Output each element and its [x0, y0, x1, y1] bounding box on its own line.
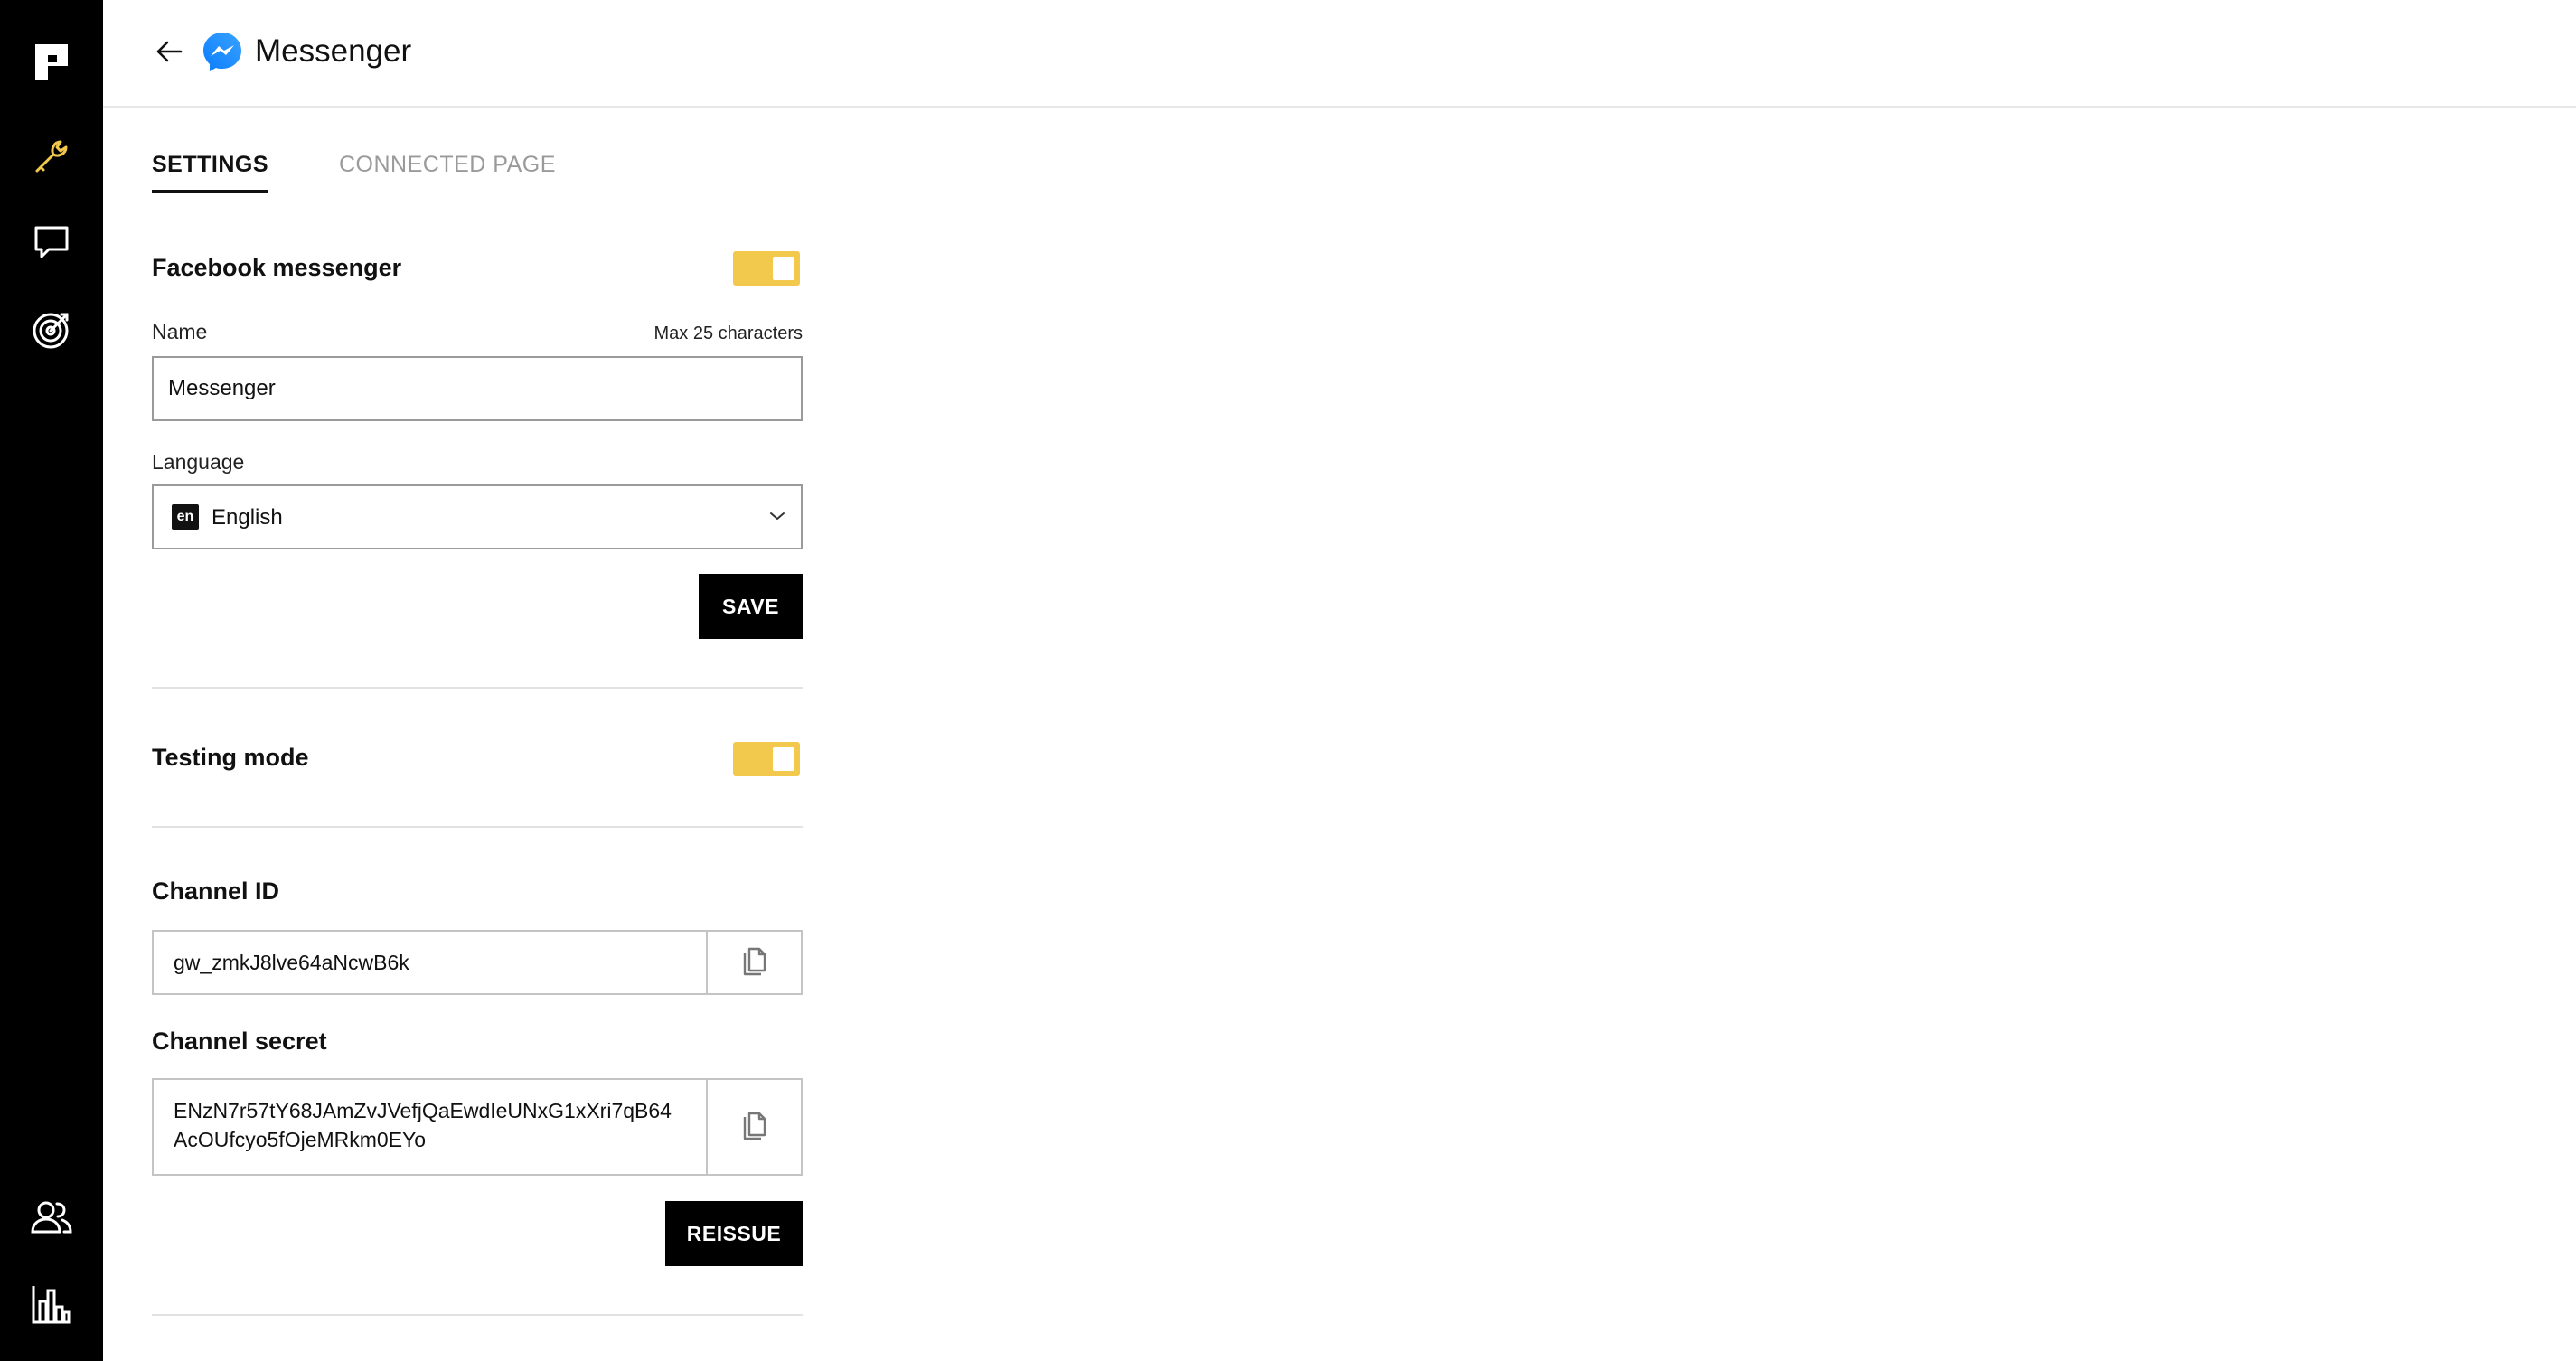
name-label: Name: [152, 320, 208, 343]
messenger-icon: [203, 33, 241, 71]
testing-section-title: Testing mode: [152, 744, 309, 771]
toggle-knob: [773, 747, 794, 771]
channel-secret-line-2: AcOUfcyo5fOjeMRkm0EYo: [174, 1128, 427, 1151]
wrench-icon[interactable]: [20, 125, 83, 188]
divider: [152, 687, 803, 689]
messenger-section-title: Facebook messenger: [152, 254, 402, 281]
copy-channel-id-button[interactable]: [706, 932, 801, 993]
page-title: Messenger: [255, 33, 412, 69]
page-header: Messenger: [103, 0, 2576, 108]
tab-settings[interactable]: SETTINGS: [152, 145, 269, 193]
channel-id-field: gw_zmkJ8lve64aNcwB6k: [152, 930, 803, 995]
divider: [152, 1314, 803, 1316]
left-rail: [0, 0, 103, 1361]
copy-channel-secret-button[interactable]: [706, 1080, 801, 1174]
toggle-knob: [773, 257, 794, 280]
divider: [152, 826, 803, 828]
name-input[interactable]: [152, 356, 803, 421]
language-value: English: [212, 505, 283, 530]
testing-toggle[interactable]: [733, 742, 800, 776]
chat-bubble-icon[interactable]: [20, 211, 83, 275]
messenger-toggle[interactable]: [733, 251, 800, 286]
save-button[interactable]: SAVE: [699, 574, 803, 639]
bar-chart-icon[interactable]: [20, 1272, 83, 1336]
reissue-button[interactable]: REISSUE: [665, 1201, 803, 1266]
target-icon[interactable]: [20, 298, 83, 361]
users-icon[interactable]: [20, 1186, 83, 1249]
language-label: Language: [152, 450, 245, 474]
arrow-left-icon: [156, 41, 183, 62]
copy-icon: [743, 1112, 766, 1140]
channel-secret-title: Channel secret: [152, 1028, 327, 1055]
language-code-badge: en: [172, 504, 199, 530]
copy-icon: [743, 947, 766, 976]
app-logo-icon[interactable]: [20, 31, 83, 94]
channel-secret-field: ENzN7r57tY68JAmZvJVefjQaEwdIeUNxG1xXri7q…: [152, 1078, 803, 1176]
chevron-down-icon: [770, 512, 785, 520]
channel-id-value: gw_zmkJ8lve64aNcwB6k: [174, 951, 409, 974]
tab-connected-page[interactable]: CONNECTED PAGE: [339, 145, 556, 184]
name-hint: Max 25 characters: [653, 324, 803, 343]
channel-secret-line-1: ENzN7r57tY68JAmZvJVefjQaEwdIeUNxG1xXri7q…: [174, 1099, 672, 1122]
back-button[interactable]: [148, 31, 190, 72]
language-select[interactable]: en English: [152, 484, 803, 549]
channel-id-title: Channel ID: [152, 878, 280, 905]
